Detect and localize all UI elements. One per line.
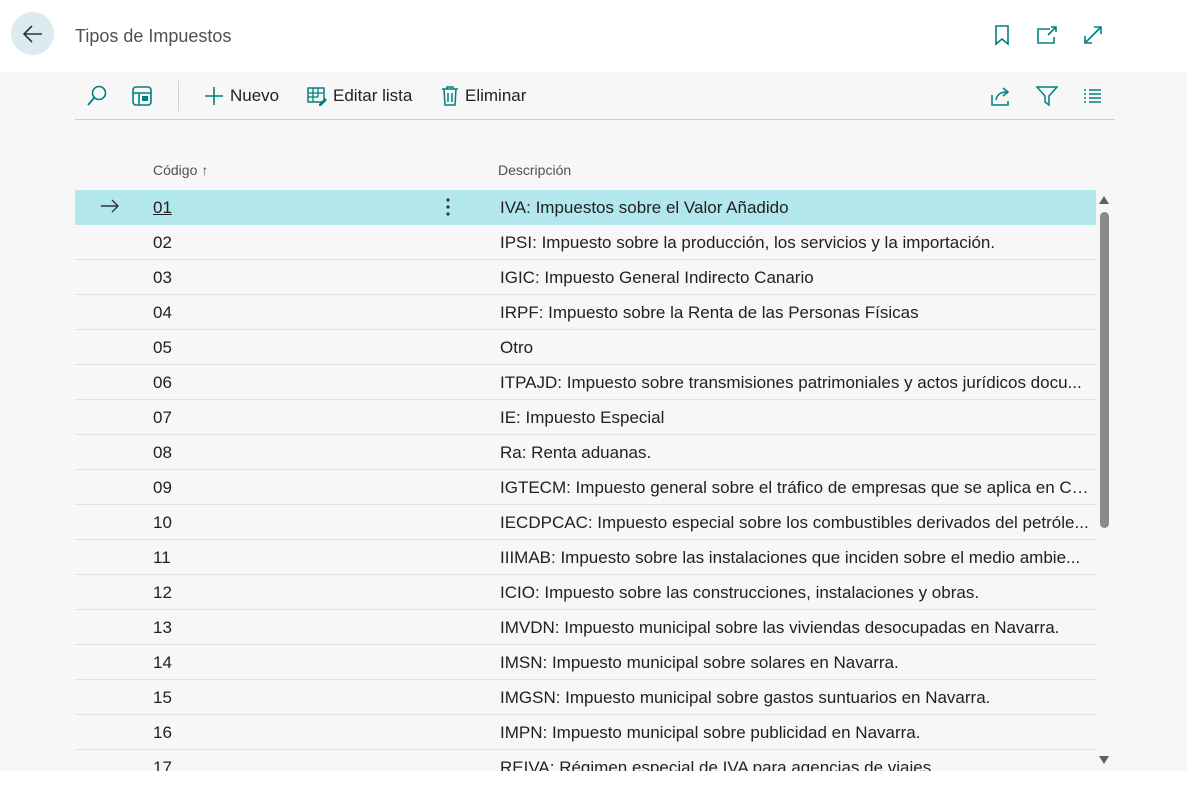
expand-button[interactable] bbox=[1080, 22, 1106, 48]
row-description: IVA: Impuestos sobre el Valor Añadido bbox=[500, 198, 789, 217]
list-page: Nuevo Editar lista Eliminar Código ↑ Des… bbox=[0, 72, 1187, 772]
scrollbar-thumb[interactable] bbox=[1100, 212, 1109, 528]
row-code: 12 bbox=[153, 583, 172, 602]
expand-icon bbox=[1084, 26, 1102, 44]
page-header: Tipos de Impuestos bbox=[0, 0, 1187, 72]
scroll-down-arrow-icon[interactable] bbox=[1099, 756, 1109, 764]
column-header-description[interactable]: Descripción bbox=[498, 162, 571, 178]
column-header-code-label: Código bbox=[153, 162, 198, 178]
row-description: IE: Impuesto Especial bbox=[500, 408, 665, 427]
current-row-arrow-icon bbox=[101, 199, 119, 213]
row-description: ITPAJD: Impuesto sobre transmisiones pat… bbox=[500, 373, 1082, 392]
row-code: 03 bbox=[153, 268, 172, 287]
list-view-button[interactable] bbox=[1081, 83, 1103, 109]
scroll-up-arrow-icon[interactable] bbox=[1099, 196, 1109, 204]
table-row[interactable]: 03 IGIC: Impuesto General Indirecto Canar… bbox=[75, 260, 1096, 295]
open-new-window-icon bbox=[1037, 26, 1057, 44]
back-button[interactable] bbox=[11, 12, 54, 55]
vertical-scrollbar[interactable] bbox=[1097, 190, 1111, 772]
row-actions-button[interactable] bbox=[440, 195, 456, 219]
bookmark-button[interactable] bbox=[989, 22, 1015, 48]
row-code: 09 bbox=[153, 478, 172, 497]
table-row[interactable]: 10 IECDPCAC: Impuesto especial sobre los … bbox=[75, 505, 1096, 540]
table-row[interactable]: 09 IGTECM: Impuesto general sobre el tráf… bbox=[75, 470, 1096, 505]
share-icon bbox=[991, 87, 1010, 106]
column-header-description-label: Descripción bbox=[498, 162, 572, 178]
row-code: 05 bbox=[153, 338, 172, 357]
row-description: IMSN: Impuesto municipal sobre solares e… bbox=[500, 653, 899, 672]
bookmark-icon bbox=[995, 25, 1009, 46]
row-description: IMVDN: Impuesto municipal sobre las vivi… bbox=[500, 618, 1060, 637]
row-code: 16 bbox=[153, 723, 172, 742]
row-description: IGTECM: Impuesto general sobre el tráfic… bbox=[500, 478, 1095, 497]
trash-icon bbox=[442, 86, 458, 106]
table-row[interactable]: 08 Ra: Renta aduanas. bbox=[75, 435, 1096, 470]
row-code: 15 bbox=[153, 688, 172, 707]
row-description: IMPN: Impuesto municipal sobre publicida… bbox=[500, 723, 921, 742]
row-code: 04 bbox=[153, 303, 172, 322]
row-description: IGIC: Impuesto General Indirecto Canario bbox=[500, 268, 814, 287]
row-code: 13 bbox=[153, 618, 172, 637]
row-code: 11 bbox=[153, 548, 171, 567]
row-description: REIVA: Régimen especial de IVA para agen… bbox=[500, 758, 936, 772]
table-row[interactable]: 12 ICIO: Impuesto sobre las construccione… bbox=[75, 575, 1096, 610]
more-options-icon bbox=[446, 198, 450, 216]
delete-button-label: Eliminar bbox=[465, 86, 527, 105]
table-row[interactable]: 02 IPSI: Impuesto sobre la producción, lo… bbox=[75, 225, 1096, 260]
row-description: IECDPCAC: Impuesto especial sobre los co… bbox=[500, 513, 1089, 532]
edit-list-button-label: Editar lista bbox=[333, 86, 413, 105]
new-button-label: Nuevo bbox=[230, 86, 280, 105]
row-code: 14 bbox=[153, 653, 172, 672]
edit-list-button[interactable]: Editar lista bbox=[307, 83, 412, 109]
list-icon bbox=[1084, 89, 1101, 103]
row-code: 02 bbox=[153, 233, 172, 252]
row-description: IMGSN: Impuesto municipal sobre gastos s… bbox=[500, 688, 991, 707]
sort-ascending-icon: ↑ bbox=[201, 162, 209, 178]
filter-button[interactable] bbox=[1036, 83, 1058, 109]
action-toolbar: Nuevo Editar lista Eliminar bbox=[75, 72, 1115, 120]
filter-icon bbox=[1036, 86, 1058, 107]
search-icon bbox=[87, 85, 107, 106]
table-row[interactable]: 16 IMPN: Impuesto municipal sobre publici… bbox=[75, 715, 1096, 750]
row-code: 08 bbox=[153, 443, 172, 462]
row-description: Otro bbox=[500, 338, 534, 357]
open-new-window-button[interactable] bbox=[1034, 22, 1060, 48]
table-row[interactable]: 11 IIIMAB: Impuesto sobre las instalacion… bbox=[75, 540, 1096, 575]
row-code: 17 bbox=[153, 758, 172, 772]
table-row[interactable]: 15 IMGSN: Impuesto municipal sobre gastos… bbox=[75, 680, 1096, 715]
page-title: Tipos de Impuestos bbox=[75, 26, 232, 46]
new-button[interactable]: Nuevo bbox=[204, 83, 279, 109]
column-header-code[interactable]: Código ↑ bbox=[153, 162, 208, 178]
tax-types-grid: 01 IVA: Impuestos sobre el Valor Añadido 0… bbox=[75, 190, 1096, 772]
table-row[interactable]: 07 IE: Impuesto Especial bbox=[75, 400, 1096, 435]
row-code: 06 bbox=[153, 373, 172, 392]
row-code[interactable]: 01 bbox=[153, 198, 172, 218]
row-description: IRPF: Impuesto sobre la Renta de las Per… bbox=[500, 303, 919, 322]
row-code: 10 bbox=[153, 513, 172, 532]
page-footer bbox=[0, 771, 1187, 798]
analysis-mode-button[interactable] bbox=[131, 83, 153, 109]
delete-button[interactable]: Eliminar bbox=[441, 83, 526, 109]
row-description: Ra: Renta aduanas. bbox=[500, 443, 652, 462]
table-row[interactable]: 01 IVA: Impuestos sobre el Valor Añadido bbox=[75, 190, 1096, 225]
toolbar-divider bbox=[178, 81, 179, 111]
table-row[interactable]: 05 Otro bbox=[75, 330, 1096, 365]
row-description: ICIO: Impuesto sobre las construcciones,… bbox=[500, 583, 980, 602]
row-code: 07 bbox=[153, 408, 172, 427]
share-button[interactable] bbox=[989, 83, 1013, 109]
table-row[interactable]: 13 IMVDN: Impuesto municipal sobre las vi… bbox=[75, 610, 1096, 645]
table-row[interactable]: 14 IMSN: Impuesto municipal sobre solares… bbox=[75, 645, 1096, 680]
analysis-view-icon bbox=[132, 86, 152, 106]
row-description: IIIMAB: Impuesto sobre las instalaciones… bbox=[500, 548, 1081, 567]
plus-icon bbox=[205, 87, 223, 105]
back-arrow-icon bbox=[22, 24, 42, 43]
table-row[interactable]: 04 IRPF: Impuesto sobre la Renta de las P… bbox=[75, 295, 1096, 330]
table-row[interactable]: 06 ITPAJD: Impuesto sobre transmisiones p… bbox=[75, 365, 1096, 400]
table-row[interactable]: 17 REIVA: Régimen especial de IVA para ag… bbox=[75, 750, 1096, 772]
search-button[interactable] bbox=[85, 83, 109, 109]
row-description: IPSI: Impuesto sobre la producción, los … bbox=[500, 233, 996, 252]
edit-list-icon bbox=[307, 87, 327, 106]
